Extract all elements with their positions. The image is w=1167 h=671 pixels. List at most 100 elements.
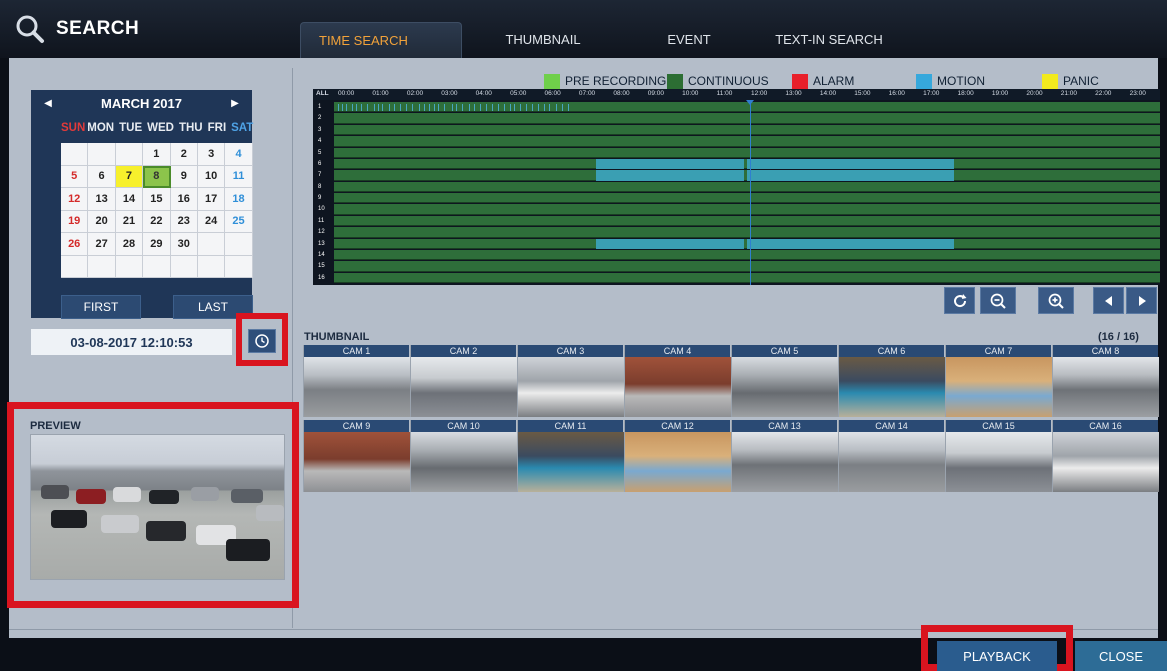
zoom-out-button[interactable] [980, 287, 1016, 314]
zoom-in-button[interactable] [1038, 287, 1074, 314]
tab-thumbnail-search[interactable]: THUMBNAIL SEARCH [462, 22, 624, 83]
camera-thumbnail-image [732, 357, 838, 417]
camera-thumbnail[interactable]: CAM 15 [945, 420, 1052, 492]
channel-track[interactable] [334, 181, 1160, 193]
clock-button[interactable] [248, 329, 276, 353]
calendar-day[interactable]: 1 [143, 143, 171, 166]
calendar-day[interactable]: 12 [61, 188, 89, 211]
calendar-day[interactable]: 9 [170, 165, 198, 188]
camera-thumbnail[interactable]: CAM 12 [624, 420, 731, 492]
channel-track[interactable] [334, 215, 1160, 227]
dvr-search-screen: SEARCH TIME SEARCH THUMBNAIL SEARCH EVEN… [0, 0, 1167, 671]
close-button[interactable]: CLOSE [1075, 641, 1167, 671]
motion-mark [382, 104, 383, 111]
camera-thumbnail[interactable]: CAM 2 [410, 345, 517, 417]
calendar-day[interactable]: 24 [197, 210, 226, 233]
calendar-day[interactable]: 28 [115, 233, 144, 256]
calendar-day[interactable]: 18 [225, 188, 253, 211]
calendar-day[interactable]: 17 [197, 188, 226, 211]
motion-mark [556, 104, 557, 111]
motion-mark [452, 104, 453, 111]
channel-track[interactable] [334, 238, 1160, 249]
calendar-month: MARCH 2017 [101, 95, 182, 111]
camera-thumbnail[interactable]: CAM 6 [838, 345, 945, 417]
tab-text-in-search[interactable]: TEXT-IN SEARCH [754, 22, 904, 58]
camera-thumbnail[interactable]: CAM 7 [945, 345, 1052, 417]
camera-thumbnail[interactable]: CAM 10 [410, 420, 517, 492]
channel-track[interactable] [334, 204, 1160, 215]
calendar-empty-cell [197, 255, 226, 278]
channel-track[interactable] [334, 227, 1160, 238]
camera-thumbnail[interactable]: CAM 5 [731, 345, 838, 417]
channel-track[interactable] [334, 124, 1160, 136]
calendar-day[interactable]: 10 [197, 165, 226, 188]
scroll-right-button[interactable] [1126, 287, 1157, 314]
calendar-day[interactable]: 23 [170, 210, 198, 233]
prev-month-icon[interactable]: ◀ [41, 98, 55, 109]
calendar-day[interactable]: 8 [143, 165, 171, 188]
camera-thumbnail[interactable]: CAM 11 [517, 420, 624, 492]
datetime-field[interactable]: 03-08-2017 12:10:53 [31, 329, 232, 355]
calendar-day[interactable]: 5 [61, 165, 89, 188]
calendar-day[interactable]: 3 [197, 143, 226, 166]
calendar-day[interactable]: 6 [88, 165, 116, 188]
channel-track[interactable] [334, 170, 1160, 181]
calendar-day[interactable]: 20 [88, 210, 116, 233]
hour-tick-label: 06:00 [544, 90, 561, 97]
calendar-day[interactable]: 4 [225, 143, 253, 166]
channel-track[interactable] [334, 272, 1160, 284]
timeline-tracks[interactable] [334, 102, 1160, 284]
calendar-day[interactable]: 30 [170, 233, 198, 256]
refresh-button[interactable] [944, 287, 975, 314]
motion-mark [520, 104, 521, 111]
camera-thumbnail[interactable]: CAM 9 [303, 420, 410, 492]
channel-track[interactable] [334, 261, 1160, 272]
recording-timeline[interactable]: ALL 00:00 01:00 02:00 03:00 04:00 05:00 06:00 07… [313, 89, 1160, 285]
calendar-day[interactable]: 15 [143, 188, 171, 211]
camera-thumbnail[interactable]: CAM 16 [1052, 420, 1159, 492]
camera-thumbnail-image [1053, 432, 1159, 492]
calendar-day[interactable]: 19 [61, 210, 89, 233]
camera-thumbnail[interactable]: CAM 13 [731, 420, 838, 492]
search-tabs: TIME SEARCH THUMBNAIL SEARCH EVENT SEARC… [300, 22, 904, 83]
legend-label: PANIC [1063, 74, 1099, 88]
scroll-left-button[interactable] [1093, 287, 1124, 314]
legend-item: CONTINUOUS [667, 73, 769, 89]
motion-mark [374, 104, 375, 111]
first-button[interactable]: FIRST [61, 295, 141, 319]
calendar-day[interactable]: 2 [170, 143, 198, 166]
motion-segment [747, 158, 954, 170]
channel-track[interactable] [334, 113, 1160, 124]
camera-label: CAM 3 [518, 345, 623, 357]
calendar-day[interactable]: 11 [225, 165, 253, 188]
channel-track[interactable] [334, 136, 1160, 147]
calendar-day[interactable]: 22 [143, 210, 171, 233]
calendar-day[interactable]: 7 [115, 165, 144, 188]
channel-track[interactable] [334, 249, 1160, 261]
legend-label: PRE RECORDING [565, 74, 667, 88]
calendar-day[interactable]: 16 [170, 188, 198, 211]
camera-thumbnail[interactable]: CAM 4 [624, 345, 731, 417]
camera-thumbnail[interactable]: CAM 1 [303, 345, 410, 417]
calendar-day[interactable]: 14 [115, 188, 144, 211]
camera-thumbnail[interactable]: CAM 3 [517, 345, 624, 417]
calendar-day[interactable]: 26 [61, 233, 89, 256]
calendar-day[interactable]: 13 [88, 188, 116, 211]
tab-time-search[interactable]: TIME SEARCH [300, 22, 462, 58]
legend-swatch [1042, 73, 1058, 89]
channel-label: 14 [318, 251, 325, 258]
all-channels-label[interactable]: ALL [316, 90, 329, 97]
calendar-day[interactable]: 21 [115, 210, 144, 233]
calendar-day[interactable]: 29 [143, 233, 171, 256]
channel-track[interactable] [334, 158, 1160, 170]
time-cursor-line [750, 100, 752, 285]
channel-track[interactable] [334, 147, 1160, 158]
calendar-day[interactable]: 25 [225, 210, 253, 233]
playback-button[interactable]: PLAYBACK [937, 641, 1057, 671]
camera-thumbnail[interactable]: CAM 14 [838, 420, 945, 492]
channel-track[interactable] [334, 193, 1160, 204]
tab-event-search[interactable]: EVENT SEARCH [624, 22, 754, 83]
camera-thumbnail[interactable]: CAM 8 [1052, 345, 1159, 417]
calendar-day[interactable]: 27 [88, 233, 116, 256]
next-month-icon[interactable]: ▶ [228, 98, 242, 109]
